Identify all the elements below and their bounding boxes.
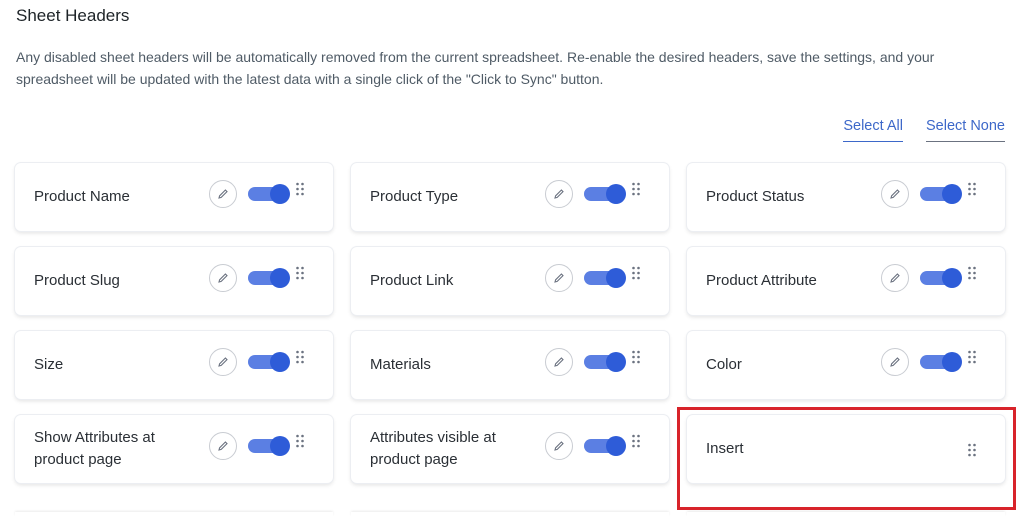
pencil-icon [554,441,564,451]
drag-handle-icon[interactable] [631,266,641,280]
header-card: Product Slug [15,247,333,315]
select-none-link[interactable]: Select None [926,118,1005,142]
header-card: Product Status [687,163,1005,231]
header-card: Show Attributes at product page [15,415,333,483]
drag-handle-icon[interactable] [295,350,305,364]
drag-handle-icon[interactable] [631,434,641,448]
header-toggle[interactable] [584,352,626,372]
edit-header-button[interactable] [545,348,573,376]
next-row-cards-edge [15,512,1005,516]
header-toggle[interactable] [248,184,290,204]
edit-header-button[interactable] [209,264,237,292]
pencil-icon [554,357,564,367]
pencil-icon [218,441,228,451]
header-card-label: Product Slug [34,272,120,289]
pencil-icon [554,189,564,199]
drag-handle-icon[interactable] [631,182,641,196]
edit-header-button[interactable] [881,348,909,376]
header-card: Product Attribute [687,247,1005,315]
header-card: Product Link [351,247,669,315]
header-card-label: Product Attribute [706,272,817,289]
edit-header-button[interactable] [545,264,573,292]
header-card: Attributes visible at product page [351,415,669,483]
edit-header-button[interactable] [545,432,573,460]
edit-header-button[interactable] [545,180,573,208]
edit-header-button[interactable] [209,180,237,208]
drag-handle-icon[interactable] [295,434,305,448]
edit-header-button[interactable] [881,264,909,292]
header-card-label: Show Attributes at product page [34,429,155,468]
header-toggle[interactable] [584,268,626,288]
drag-handle-icon[interactable] [967,350,977,364]
drag-handle-icon[interactable] [967,266,977,280]
drag-handle-icon[interactable] [967,443,977,457]
header-cards-grid: Product Name Product Type Product Status [15,163,1005,483]
edit-header-button[interactable] [209,348,237,376]
header-toggle[interactable] [248,436,290,456]
header-card: Materials [351,331,669,399]
section-description: Any disabled sheet headers will be autom… [16,49,935,87]
header-card: Size [15,331,333,399]
header-toggle[interactable] [584,436,626,456]
header-toggle[interactable] [584,184,626,204]
pencil-icon [890,357,900,367]
header-card-label: Attributes visible at product page [370,429,496,468]
pencil-icon [218,357,228,367]
header-toggle[interactable] [248,268,290,288]
selection-links: Select All Select None [843,118,1005,142]
header-toggle[interactable] [920,352,962,372]
select-all-link[interactable]: Select All [843,118,903,142]
pencil-icon [218,189,228,199]
pencil-icon [218,273,228,283]
pencil-icon [554,273,564,283]
header-card: Product Name [15,163,333,231]
header-card-label: Product Name [34,188,130,205]
header-card-label: Color [706,356,742,373]
edit-header-button[interactable] [209,432,237,460]
section-title: Sheet Headers [16,6,130,25]
header-toggle[interactable] [920,184,962,204]
header-card-label: Product Type [370,188,459,205]
edit-header-button[interactable] [881,180,909,208]
header-card-label: Product Link [370,272,454,289]
header-card-label: Materials [370,356,431,373]
header-toggle[interactable] [920,268,962,288]
insert-card[interactable]: Insert [687,415,1005,483]
header-card-label: Insert [706,440,744,457]
pencil-icon [890,273,900,283]
sheet-headers-page: Sheet Headers Any disabled sheet headers… [0,0,1024,516]
drag-handle-icon[interactable] [631,350,641,364]
header-card-label: Product Status [706,188,805,205]
drag-handle-icon[interactable] [967,182,977,196]
drag-handle-icon[interactable] [295,266,305,280]
drag-handle-icon[interactable] [295,182,305,196]
header-card: Product Type [351,163,669,231]
pencil-icon [890,189,900,199]
header-card-label: Size [34,356,64,373]
header-toggle[interactable] [248,352,290,372]
header-card: Color [687,331,1005,399]
